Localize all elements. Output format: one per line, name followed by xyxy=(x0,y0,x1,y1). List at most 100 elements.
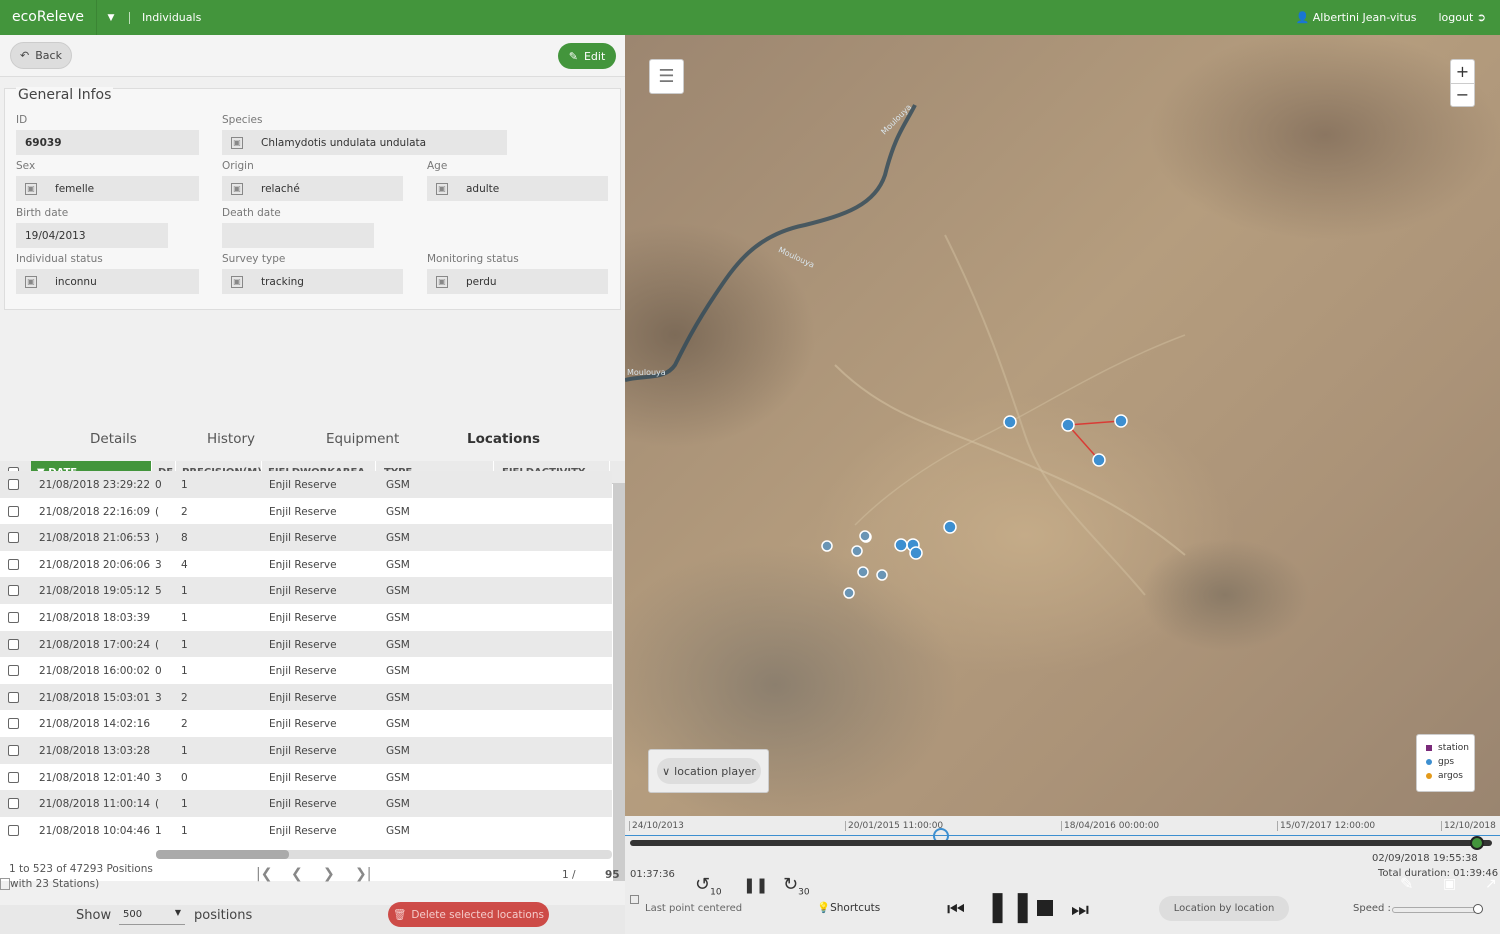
row-checkbox[interactable] xyxy=(8,558,19,570)
survey-type-input[interactable]: ▣ tracking xyxy=(222,269,403,294)
first-page-icon[interactable]: |❮ xyxy=(256,866,272,882)
row-checkbox[interactable] xyxy=(8,505,19,517)
row-checkbox[interactable] xyxy=(8,612,19,623)
tab-equipment[interactable]: Equipment xyxy=(326,431,399,447)
tab-locations[interactable]: Locations xyxy=(467,431,540,447)
location-point[interactable] xyxy=(843,587,855,599)
table-row[interactable]: 21/08/2018 23:29:22 0 1 Enjil Reserve GSM xyxy=(0,471,612,498)
prev-page-icon[interactable]: ❮ xyxy=(291,866,303,882)
monitoring-status-input[interactable]: ▣ perdu xyxy=(427,269,608,294)
page-size-select[interactable]: 500 ▼ xyxy=(119,905,185,925)
location-player-button[interactable]: ∨ location player xyxy=(657,758,761,784)
location-point[interactable] xyxy=(1003,415,1017,429)
row-checkbox[interactable] xyxy=(8,532,19,544)
table-row[interactable]: 21/08/2018 19:05:12 5 1 Enjil Reserve GSM xyxy=(0,577,612,604)
location-point[interactable] xyxy=(876,569,888,581)
birth-date-input[interactable]: 19/04/2013 xyxy=(16,223,168,248)
individual-status-input[interactable]: ▣ inconnu xyxy=(16,269,199,294)
species-input[interactable]: ▣ Chlamydotis undulata undulata xyxy=(222,130,507,155)
origin-input[interactable]: ▣ relaché xyxy=(222,176,403,201)
row-checkbox[interactable] xyxy=(8,585,19,597)
row-checkbox[interactable] xyxy=(8,824,19,836)
forward-30-button[interactable]: ↻30 xyxy=(783,874,810,898)
table-row[interactable]: 21/08/2018 10:04:46 1 1 Enjil Reserve GSM xyxy=(0,816,612,844)
skip-forward-icon[interactable]: ⏭ xyxy=(1071,897,1089,921)
current-page[interactable]: 1 / xyxy=(562,869,576,881)
logout-link[interactable]: logout ➲ xyxy=(1438,11,1486,24)
cell-date: 21/08/2018 11:00:14 xyxy=(39,798,151,811)
death-date-input[interactable] xyxy=(222,223,374,248)
delete-label: Delete selected locations xyxy=(411,908,544,921)
delete-locations-button[interactable]: 🗑 Delete selected locations xyxy=(388,902,549,927)
table-row[interactable]: 21/08/2018 17:00:24 (1 Enjil Reserve GSM xyxy=(0,630,612,658)
row-checkbox[interactable] xyxy=(8,718,19,730)
speed-slider[interactable] xyxy=(1392,907,1482,913)
zoom-in-button[interactable]: + xyxy=(1451,60,1474,84)
pause-large-icon[interactable]: ❚❚ xyxy=(985,892,1035,922)
stop-icon[interactable] xyxy=(1037,900,1053,916)
shortcuts-button[interactable]: 💡Shortcuts xyxy=(817,901,880,914)
table-row[interactable]: 21/08/2018 13:03:28 1 Enjil Reserve GSM xyxy=(0,737,612,764)
location-by-location-button[interactable]: Location by location xyxy=(1159,896,1289,921)
sex-input[interactable]: ▣ femelle xyxy=(16,176,199,201)
row-checkbox[interactable] xyxy=(8,745,19,756)
path-segment xyxy=(1067,424,1100,461)
location-point[interactable] xyxy=(1061,418,1075,432)
pencil-icon[interactable]: ✎ xyxy=(1400,874,1413,893)
table-row[interactable]: 21/08/2018 21:06:53) 8 Enjil Reserve GSM xyxy=(0,524,612,551)
table-row[interactable]: 21/08/2018 12:01:40 3 0 Enjil Reserve GSM xyxy=(0,763,612,791)
back-button[interactable]: ↶ Back xyxy=(10,42,72,69)
location-point[interactable] xyxy=(859,530,871,542)
app-brand[interactable]: ecoReleve xyxy=(0,0,97,35)
speed-handle[interactable] xyxy=(1473,904,1483,914)
age-input[interactable]: ▣ adulte xyxy=(427,176,608,201)
screen-icon[interactable]: ▣ xyxy=(1443,876,1456,892)
tab-details[interactable]: Details xyxy=(90,431,137,447)
location-point[interactable] xyxy=(821,540,833,552)
user-menu[interactable]: 👤 Albertini Jean-vitus xyxy=(1296,11,1417,24)
layers-button[interactable]: ☰ xyxy=(649,59,684,94)
progress-handle[interactable] xyxy=(1470,836,1484,850)
id-input[interactable]: 69039 xyxy=(16,130,199,155)
row-checkbox[interactable] xyxy=(8,798,19,810)
location-point[interactable] xyxy=(857,566,869,578)
table-row[interactable]: 21/08/2018 22:16:09 (2 Enjil Reserve GSM xyxy=(0,497,612,525)
next-page-icon[interactable]: ❯ xyxy=(323,866,335,882)
table-row[interactable]: 21/08/2018 11:00:14 (1 Enjil Reserve GSM xyxy=(0,790,612,817)
location-point[interactable] xyxy=(1092,453,1106,467)
table-row[interactable]: 21/08/2018 18:03:39 1 Enjil Reserve GSM xyxy=(0,604,612,631)
skip-back-icon[interactable]: ⏮ xyxy=(947,897,965,921)
row-checkbox[interactable] xyxy=(8,691,19,703)
row-checkbox[interactable] xyxy=(8,638,19,650)
last-point-checkbox[interactable] xyxy=(630,895,639,904)
progress-bar[interactable] xyxy=(630,840,1492,846)
birth-date-label: Birth date xyxy=(16,207,69,219)
rewind-10-button[interactable]: ↺10 xyxy=(695,874,722,898)
row-checkbox[interactable] xyxy=(8,771,19,783)
cell-de: 1 xyxy=(155,824,162,837)
location-point[interactable] xyxy=(909,546,923,560)
last-page-icon[interactable]: ❯| xyxy=(355,866,371,882)
zoom-out-button[interactable]: − xyxy=(1451,84,1474,107)
tab-history[interactable]: History xyxy=(207,431,255,447)
location-point[interactable] xyxy=(943,520,957,534)
table-row[interactable]: 21/08/2018 15:03:01 3 2 Enjil Reserve GSM xyxy=(0,683,612,711)
edit-button[interactable]: ✎ Edit xyxy=(558,43,616,69)
map-view[interactable]: Moulouya Moulouya Moulouya ☰ + − ∨ locati… xyxy=(625,35,1500,816)
vertical-scrollbar[interactable] xyxy=(613,484,625,881)
undo-icon: ↶ xyxy=(20,49,30,62)
scroll-thumb[interactable] xyxy=(156,850,289,859)
table-row[interactable]: 21/08/2018 16:00:02 0 1 Enjil Reserve GSM xyxy=(0,657,612,684)
location-point[interactable] xyxy=(894,538,908,552)
breadcrumb[interactable]: Individuals xyxy=(129,11,201,24)
row-checkbox[interactable] xyxy=(8,479,19,490)
location-point[interactable] xyxy=(1114,414,1128,428)
expand-icon[interactable]: ↗ xyxy=(1485,876,1497,892)
row-checkbox[interactable] xyxy=(8,665,19,677)
pause-icon[interactable]: ❚❚ xyxy=(743,876,768,894)
table-row[interactable]: 21/08/2018 20:06:06 3 4 Enjil Reserve GSM xyxy=(0,550,612,578)
chevron-down-icon[interactable]: ▼ xyxy=(97,13,125,23)
table-row[interactable]: 21/08/2018 14:02:16 2 Enjil Reserve GSM xyxy=(0,710,612,737)
horizontal-scrollbar[interactable] xyxy=(156,850,612,859)
location-point[interactable] xyxy=(851,545,863,557)
